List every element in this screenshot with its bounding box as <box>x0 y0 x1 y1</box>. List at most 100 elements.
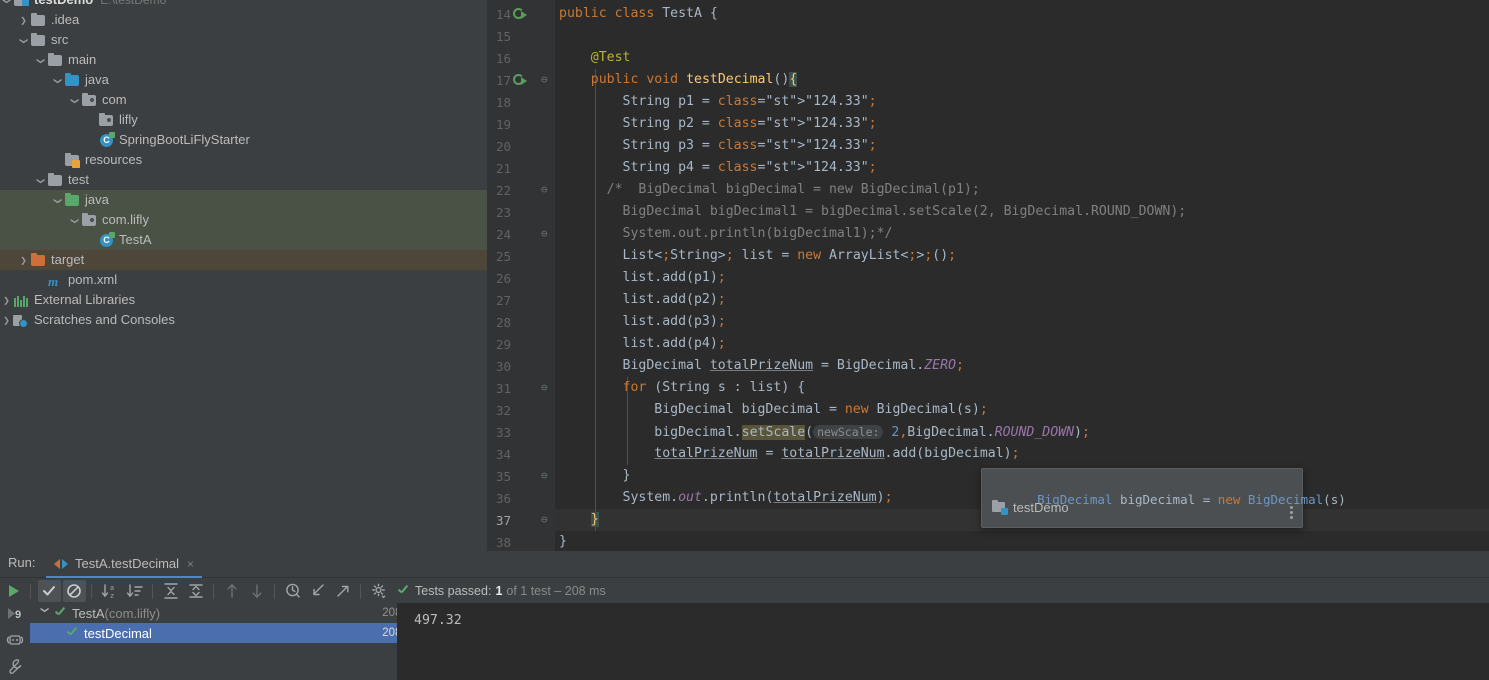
sort-by-duration-button[interactable] <box>124 580 147 602</box>
chevron-down-icon[interactable] <box>34 50 47 70</box>
tree-row[interactable]: C TestA <box>0 230 487 250</box>
code-line[interactable]: } <box>559 465 631 487</box>
code-line[interactable]: public class TestA { <box>559 3 718 25</box>
code-line[interactable]: public void testDecimal(){ <box>559 69 798 91</box>
tree-row[interactable]: src <box>0 30 487 50</box>
code-line[interactable]: List<;String>; list = new ArrayList<;>;(… <box>559 245 957 267</box>
chevron-right-icon[interactable] <box>0 290 13 310</box>
code-line[interactable]: BigDecimal totalPrizeNum = BigDecimal.ZE… <box>559 355 964 377</box>
run-side-buttons[interactable]: 9 <box>0 603 30 680</box>
code-line[interactable]: @Test <box>559 47 631 69</box>
tree-row[interactable]: .idea <box>0 10 487 30</box>
code-line[interactable]: totalPrizeNum = totalPrizeNum.add(bigDec… <box>559 443 1019 465</box>
debug-tool-window-button[interactable]: 9 <box>0 603 30 629</box>
line-number: 16 <box>495 51 511 66</box>
code-line[interactable]: BigDecimal bigDecimal = new BigDecimal(s… <box>559 399 988 421</box>
code-line[interactable]: String p2 = class="st">"124.33"; <box>559 113 877 135</box>
tree-row[interactable]: com.lifly <box>0 210 487 230</box>
chevron-down-icon[interactable]: ❯ <box>41 606 50 620</box>
fold-region-start-icon[interactable]: ⊖ <box>541 73 548 86</box>
chevron-down-icon[interactable] <box>17 30 30 50</box>
test-results-tree[interactable]: ❯TestA (com.lifly)208 mstestDecimal208 m… <box>30 603 428 680</box>
code-line[interactable]: System.out.println(bigDecimal1);*/ <box>559 223 893 245</box>
chevron-down-icon[interactable] <box>0 0 13 10</box>
code-line[interactable]: for (String s : list) { <box>559 377 806 399</box>
run-tool-window[interactable]: Run: TestA.testDecimal × az Tests passed… <box>0 551 1489 680</box>
close-icon[interactable]: × <box>187 557 194 571</box>
console-output-panel[interactable]: 497.32 <box>398 603 1489 680</box>
sort-alphabetically-button[interactable]: az <box>99 580 122 602</box>
tree-row[interactable]: lifly <box>0 110 487 130</box>
tree-row[interactable]: test <box>0 170 487 190</box>
code-line[interactable]: String p3 = class="st">"124.33"; <box>559 135 877 157</box>
code-line[interactable]: list.add(p4); <box>559 333 726 355</box>
code-line[interactable]: bigDecimal.setScale(newScale: 2,BigDecim… <box>559 421 1090 443</box>
hide-ignored-toggle[interactable] <box>63 580 86 602</box>
chevron-down-icon[interactable] <box>34 170 47 190</box>
rerun-failed-button[interactable] <box>0 629 30 655</box>
fold-region-end-icon[interactable]: ⊖ <box>541 513 548 526</box>
code-line[interactable]: list.add(p3); <box>559 311 726 333</box>
tree-row[interactable]: main <box>0 50 487 70</box>
run-test-gutter-icon[interactable] <box>513 74 527 88</box>
previous-failed-test-button[interactable] <box>221 580 244 602</box>
chevron-down-icon[interactable] <box>51 190 64 210</box>
fold-region-end-icon[interactable]: ⊖ <box>541 227 548 240</box>
expand-all-button[interactable] <box>160 580 183 602</box>
more-vertical-icon[interactable] <box>1290 506 1293 521</box>
code-line[interactable]: list.add(p1); <box>559 267 726 289</box>
documentation-popup[interactable]: BigDecimal bigDecimal = new BigDecimal(s… <box>981 468 1346 528</box>
editor-gutter[interactable]: 14 15 16 17 ⊖ 18 19 20 21 22 ⊖ 23 24 ⊖ 25 26 27 28 29 30 31 ⊖… <box>487 0 555 551</box>
code-line[interactable]: } <box>559 509 599 531</box>
tree-row[interactable]: com <box>0 90 487 110</box>
run-tab-testa-testdecimal[interactable]: TestA.testDecimal × <box>46 551 203 578</box>
code-line[interactable]: BigDecimal bigDecimal1 = bigDecimal.setS… <box>559 201 1187 223</box>
popup-new-keyword: new <box>1217 492 1241 507</box>
popup-module-row[interactable]: testDemo <box>992 500 1069 515</box>
code-line[interactable]: } <box>559 531 567 553</box>
run-toolbar[interactable]: az <box>0 579 1489 603</box>
fold-region-end-icon[interactable]: ⊖ <box>541 469 548 482</box>
tree-row[interactable]: Scratches and Consoles <box>0 310 487 330</box>
tree-row[interactable]: target <box>0 250 487 270</box>
test-tree-row[interactable]: ❯TestA (com.lifly)208 ms <box>30 603 428 623</box>
code-line[interactable]: /* BigDecimal bigDecimal = new BigDecima… <box>559 179 980 201</box>
chevron-right-icon[interactable] <box>0 310 13 330</box>
chevron-down-icon[interactable] <box>51 70 64 90</box>
fold-region-start-icon[interactable]: ⊖ <box>541 183 548 196</box>
test-history-button[interactable] <box>282 580 305 602</box>
tree-row[interactable]: m pom.xml <box>0 270 487 290</box>
chevron-down-icon[interactable] <box>68 90 81 110</box>
test-tree-row[interactable]: testDecimal208 ms <box>30 623 428 643</box>
svg-text:a: a <box>110 585 114 593</box>
tests-passed-label: Tests passed: <box>415 584 492 598</box>
settings-button[interactable] <box>368 580 391 602</box>
tree-row[interactable]: java <box>0 70 487 90</box>
export-tests-button[interactable] <box>332 580 355 602</box>
collapse-all-button[interactable] <box>185 580 208 602</box>
tree-row[interactable]: C SpringBootLiFlyStarter <box>0 130 487 150</box>
code-line[interactable]: String p4 = class="st">"124.33"; <box>559 157 877 179</box>
chevron-down-icon[interactable] <box>68 210 81 230</box>
code-line[interactable]: list.add(p2); <box>559 289 726 311</box>
run-tab-title: TestA.testDecimal <box>75 556 180 571</box>
show-passed-toggle[interactable] <box>38 580 61 602</box>
next-failed-test-button[interactable] <box>246 580 269 602</box>
chevron-right-icon[interactable] <box>17 250 30 270</box>
run-tab-bar[interactable]: Run: TestA.testDecimal × <box>0 551 1489 578</box>
line-number: 24 <box>495 227 511 242</box>
build-tool-button[interactable] <box>0 655 30 680</box>
chevron-right-icon[interactable] <box>17 10 30 30</box>
code-line[interactable]: System.out.println(totalPrizeNum); <box>559 487 893 509</box>
run-test-gutter-icon[interactable] <box>513 8 527 22</box>
fold-region-start-icon[interactable]: ⊖ <box>541 381 548 394</box>
tree-row[interactable]: External Libraries <box>0 290 487 310</box>
import-tests-button[interactable] <box>307 580 330 602</box>
code-line[interactable]: String p1 = class="st">"124.33"; <box>559 91 877 113</box>
rerun-button[interactable] <box>2 580 25 602</box>
tree-row[interactable]: resources <box>0 150 487 170</box>
project-tool-window[interactable]: testDemo E:\testDemo .idea src main java com li… <box>0 0 487 551</box>
tree-row[interactable]: testDemo E:\testDemo <box>0 0 487 10</box>
line-number: 30 <box>495 359 511 374</box>
tree-row[interactable]: java <box>0 190 487 210</box>
